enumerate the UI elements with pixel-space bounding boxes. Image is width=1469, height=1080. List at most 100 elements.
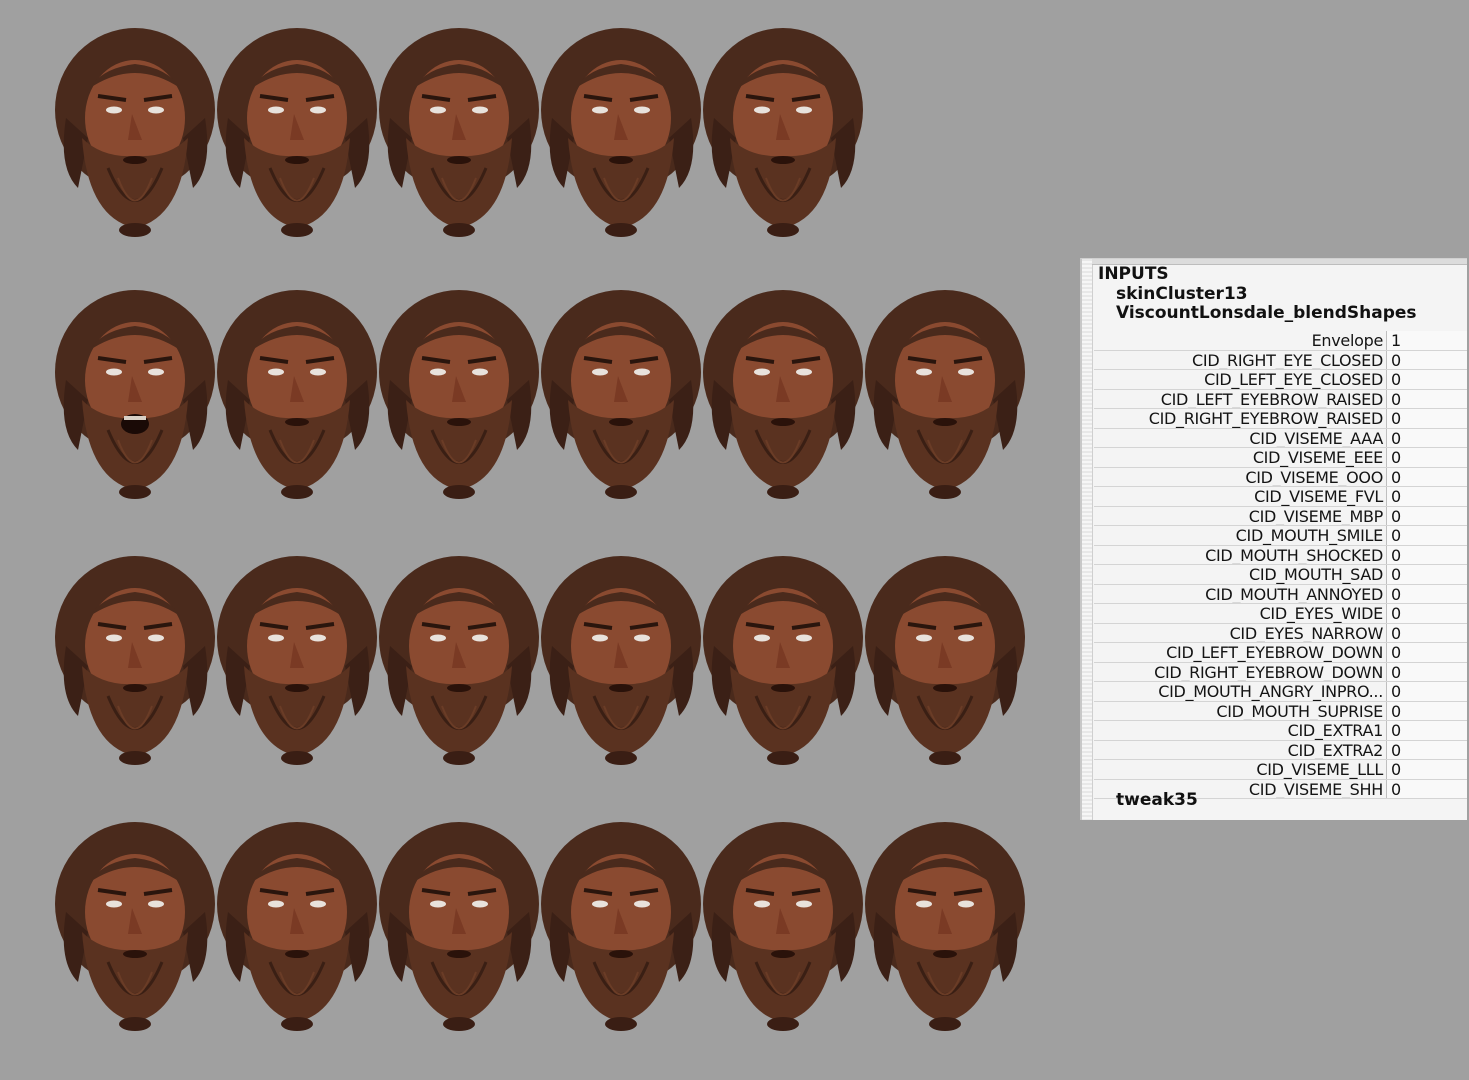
attribute-name[interactable]: CID_VISEME_LLL [1094, 760, 1386, 778]
attribute-row[interactable]: CID_RIGHT_EYEBROW_RAISED 0 [1094, 409, 1467, 429]
attribute-row[interactable]: CID_LEFT_EYEBROW_RAISED 0 [1094, 389, 1467, 409]
blend-shape-head-preview[interactable] [210, 546, 385, 766]
attribute-value[interactable]: 0 [1386, 662, 1467, 681]
attribute-value[interactable]: 0 [1386, 721, 1467, 740]
attribute-value[interactable]: 0 [1386, 604, 1467, 623]
attribute-name[interactable]: CID_MOUTH_ANNOYED [1094, 585, 1386, 603]
attribute-name[interactable]: CID_VISEME_EEE [1094, 448, 1386, 466]
attribute-value[interactable]: 0 [1386, 448, 1467, 467]
attribute-value[interactable]: 0 [1386, 370, 1467, 389]
attribute-row[interactable]: CID_RIGHT_EYE_CLOSED 0 [1094, 350, 1467, 370]
attribute-row[interactable]: CID_LEFT_EYE_CLOSED 0 [1094, 370, 1467, 390]
attribute-row[interactable]: CID_EXTRA2 0 [1094, 740, 1467, 760]
attribute-row[interactable]: CID_MOUTH_ANNOYED 0 [1094, 584, 1467, 604]
blend-shape-head-preview[interactable] [48, 280, 223, 500]
blend-shape-head-preview[interactable] [696, 546, 871, 766]
blend-shape-head-preview[interactable] [372, 18, 547, 238]
attribute-value[interactable]: 0 [1386, 545, 1467, 564]
attribute-name[interactable]: CID_EXTRA2 [1094, 741, 1386, 759]
attribute-name[interactable]: CID_LEFT_EYEBROW_RAISED [1094, 390, 1386, 408]
blend-shape-head-preview[interactable] [696, 812, 871, 1032]
blend-shape-head-preview[interactable] [858, 280, 1033, 500]
attribute-row[interactable]: CID_EYES_NARROW 0 [1094, 623, 1467, 643]
attribute-row[interactable]: CID_MOUTH_SHOCKED 0 [1094, 545, 1467, 565]
blend-shape-head-preview[interactable] [858, 812, 1033, 1032]
attribute-value[interactable]: 0 [1386, 467, 1467, 486]
attribute-name[interactable]: CID_EYES_NARROW [1094, 624, 1386, 642]
attribute-row[interactable]: CID_VISEME_EEE 0 [1094, 448, 1467, 468]
attribute-name[interactable]: CID_MOUTH_SUPRISE [1094, 702, 1386, 720]
blend-shape-head-preview[interactable] [534, 812, 709, 1032]
attribute-row[interactable]: CID_LEFT_EYEBROW_DOWN 0 [1094, 643, 1467, 663]
attribute-name[interactable]: CID_MOUTH_SAD [1094, 565, 1386, 583]
blend-shape-head-preview[interactable] [858, 546, 1033, 766]
attribute-row[interactable]: Envelope 1 [1094, 331, 1467, 351]
channel-box[interactable]: INPUTS skinCluster13 ViscountLonsdale_bl… [1080, 258, 1467, 820]
attribute-row[interactable]: CID_VISEME_LLL 0 [1094, 760, 1467, 780]
attribute-row[interactable]: CID_VISEME_MBP 0 [1094, 506, 1467, 526]
blend-shape-head-preview[interactable] [534, 280, 709, 500]
blend-shape-head-preview[interactable] [210, 18, 385, 238]
attribute-value[interactable]: 0 [1386, 682, 1467, 701]
blend-shape-head-preview[interactable] [372, 546, 547, 766]
blend-shapes-node[interactable]: ViscountLonsdale_blendShapes [1116, 304, 1417, 323]
attribute-name[interactable]: CID_RIGHT_EYEBROW_DOWN [1094, 663, 1386, 681]
attribute-value[interactable]: 0 [1386, 760, 1467, 779]
blend-shape-head-preview[interactable] [48, 812, 223, 1032]
attribute-value[interactable]: 0 [1386, 740, 1467, 759]
blend-shape-head-preview[interactable] [696, 280, 871, 500]
attribute-row[interactable]: CID_MOUTH_ANGRY_INPRO... 0 [1094, 682, 1467, 702]
attribute-name[interactable]: CID_VISEME_FVL [1094, 487, 1386, 505]
attribute-value[interactable]: 0 [1386, 643, 1467, 662]
channel-box-scroll-edge[interactable] [1082, 259, 1093, 820]
blend-shape-head-preview[interactable] [48, 546, 223, 766]
attribute-value[interactable]: 0 [1386, 409, 1467, 428]
attribute-row[interactable]: CID_MOUTH_SMILE 0 [1094, 526, 1467, 546]
attribute-value[interactable]: 0 [1386, 389, 1467, 408]
attribute-row[interactable]: CID_VISEME_OOO 0 [1094, 467, 1467, 487]
attribute-name[interactable]: CID_VISEME_MBP [1094, 507, 1386, 525]
skin-cluster-node[interactable]: skinCluster13 [1116, 285, 1248, 304]
head-model-icon [541, 28, 701, 237]
attribute-row[interactable]: CID_VISEME_FVL 0 [1094, 487, 1467, 507]
attribute-value[interactable]: 0 [1386, 779, 1467, 798]
attribute-name[interactable]: CID_RIGHT_EYE_CLOSED [1094, 351, 1386, 369]
blend-shape-head-preview[interactable] [372, 812, 547, 1032]
attribute-name[interactable]: CID_LEFT_EYEBROW_DOWN [1094, 643, 1386, 661]
attribute-value[interactable]: 0 [1386, 526, 1467, 545]
blend-shape-head-preview[interactable] [210, 280, 385, 500]
attribute-value[interactable]: 0 [1386, 584, 1467, 603]
blend-shape-head-preview[interactable] [696, 18, 871, 238]
attribute-value[interactable]: 0 [1386, 623, 1467, 642]
attribute-row[interactable]: CID_MOUTH_SAD 0 [1094, 565, 1467, 585]
viewport-3d[interactable] [0, 0, 1075, 1080]
blend-shape-head-preview[interactable] [534, 546, 709, 766]
attribute-row[interactable]: CID_VISEME_AAA 0 [1094, 428, 1467, 448]
blend-shape-head-preview[interactable] [48, 18, 223, 238]
attribute-name[interactable]: CID_VISEME_OOO [1094, 468, 1386, 486]
attribute-row[interactable]: CID_MOUTH_SUPRISE 0 [1094, 701, 1467, 721]
attribute-name[interactable]: CID_LEFT_EYE_CLOSED [1094, 370, 1386, 388]
attribute-value[interactable]: 1 [1386, 331, 1467, 350]
attribute-name[interactable]: CID_MOUTH_ANGRY_INPRO... [1094, 682, 1386, 700]
attribute-name[interactable]: CID_EYES_WIDE [1094, 604, 1386, 622]
attribute-value[interactable]: 0 [1386, 487, 1467, 506]
attribute-row[interactable]: CID_EYES_WIDE 0 [1094, 604, 1467, 624]
attribute-name[interactable]: Envelope [1094, 331, 1386, 349]
attribute-value[interactable]: 0 [1386, 428, 1467, 447]
attribute-name[interactable]: CID_VISEME_AAA [1094, 429, 1386, 447]
attribute-name[interactable]: CID_MOUTH_SHOCKED [1094, 546, 1386, 564]
attribute-value[interactable]: 0 [1386, 565, 1467, 584]
attribute-value[interactable]: 0 [1386, 701, 1467, 720]
attribute-name[interactable]: CID_MOUTH_SMILE [1094, 526, 1386, 544]
blend-shape-head-preview[interactable] [534, 18, 709, 238]
attribute-row[interactable]: CID_EXTRA1 0 [1094, 721, 1467, 741]
attribute-value[interactable]: 0 [1386, 350, 1467, 369]
attribute-row[interactable]: CID_RIGHT_EYEBROW_DOWN 0 [1094, 662, 1467, 682]
attribute-name[interactable]: CID_EXTRA1 [1094, 721, 1386, 739]
attribute-value[interactable]: 0 [1386, 506, 1467, 525]
blend-shape-head-preview[interactable] [372, 280, 547, 500]
blend-shape-head-preview[interactable] [210, 812, 385, 1032]
tweak-node[interactable]: tweak35 [1116, 791, 1198, 810]
attribute-name[interactable]: CID_RIGHT_EYEBROW_RAISED [1094, 409, 1386, 427]
